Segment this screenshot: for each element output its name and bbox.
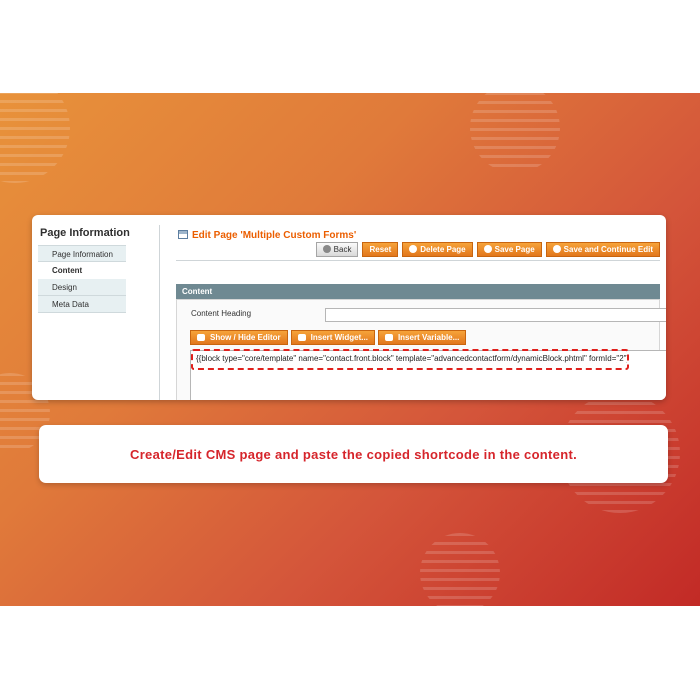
check-icon	[483, 245, 492, 253]
variable-icon	[384, 334, 393, 341]
back-button[interactable]: Back	[315, 242, 359, 257]
caption-text: Create/Edit CMS page and paste the copie…	[130, 446, 577, 462]
decor-stripes	[470, 93, 560, 173]
insert-widget-label: Insert Widget...	[310, 333, 368, 342]
save-page-button[interactable]: Save Page	[476, 242, 542, 257]
delete-icon	[409, 245, 418, 253]
page-header: Edit Page 'Multiple Custom Forms' Back R…	[168, 225, 660, 261]
header-divider	[176, 260, 660, 261]
sidebar-item-design[interactable]: Design	[38, 279, 126, 296]
content-heading-input[interactable]	[325, 308, 666, 322]
insert-widget-button[interactable]: Insert Widget...	[290, 330, 375, 345]
page-title: Edit Page 'Multiple Custom Forms'	[178, 230, 356, 241]
eye-icon	[197, 334, 205, 341]
action-buttons: Back Reset Delete Page Save Page Save an…	[315, 242, 660, 257]
decor-stripes	[420, 533, 500, 606]
page-sidebar: Page Information Page Information Conten…	[38, 225, 160, 400]
delete-label: Delete Page	[420, 245, 466, 254]
back-icon	[322, 245, 331, 253]
cms-admin-panel: Page Information Page Information Conten…	[32, 215, 666, 400]
insert-variable-label: Insert Variable...	[397, 333, 460, 342]
sidebar-item-meta-data[interactable]: Meta Data	[38, 296, 126, 313]
page-title-text: Edit Page 'Multiple Custom Forms'	[192, 230, 357, 241]
page-icon	[178, 230, 188, 239]
check-icon	[552, 245, 561, 253]
sidebar-item-page-information[interactable]: Page Information	[38, 245, 126, 262]
sidebar-item-content[interactable]: Content	[38, 262, 126, 279]
content-section-header: Content	[176, 284, 660, 299]
sidebar-title: Page Information	[40, 227, 130, 239]
content-section-body: Content Heading Show / Hide Editor Inser…	[176, 299, 666, 400]
shortcode-highlight: {{block type="core/template" name="conta…	[191, 349, 629, 370]
editor-buttons: Show / Hide Editor Insert Widget... Inse…	[190, 330, 467, 345]
delete-page-button[interactable]: Delete Page	[402, 242, 473, 257]
widget-icon	[297, 334, 306, 341]
show-hide-label: Show / Hide Editor	[210, 333, 281, 342]
show-hide-editor-button[interactable]: Show / Hide Editor	[190, 330, 288, 345]
back-label: Back	[333, 245, 352, 254]
content-heading-label: Content Heading	[191, 309, 252, 318]
save-continue-button[interactable]: Save and Continue Edit	[545, 242, 660, 257]
save-continue-label: Save and Continue Edit	[563, 245, 653, 254]
reset-button[interactable]: Reset	[362, 242, 399, 257]
main-content: Edit Page 'Multiple Custom Forms' Back R…	[168, 225, 666, 400]
caption-card: Create/Edit CMS page and paste the copie…	[39, 425, 668, 483]
insert-variable-button[interactable]: Insert Variable...	[377, 330, 467, 345]
content-textarea[interactable]: {{block type="core/template" name="conta…	[190, 349, 666, 400]
decor-stripes	[0, 93, 70, 183]
save-label: Save Page	[494, 245, 535, 254]
